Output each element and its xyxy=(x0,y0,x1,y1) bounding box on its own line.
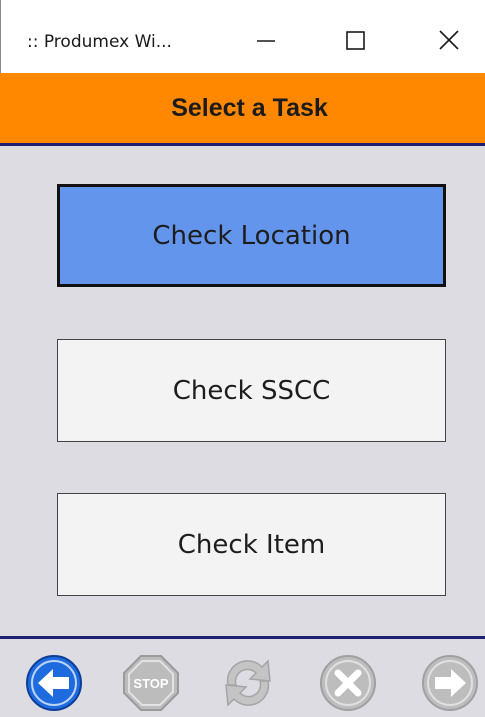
task-list: Check Location Check SSCC Check Item xyxy=(0,146,485,636)
window-titlebar: :: Produmex Wi... xyxy=(0,0,485,73)
back-button[interactable] xyxy=(24,653,84,713)
refresh-button[interactable] xyxy=(218,653,278,713)
maximize-icon xyxy=(346,31,365,50)
maximize-button[interactable] xyxy=(331,18,381,62)
stop-icon: STOP xyxy=(123,655,179,711)
back-arrow-icon xyxy=(26,655,82,711)
page-header: Select a Task xyxy=(0,73,485,146)
stop-button[interactable]: STOP xyxy=(121,653,181,713)
navigation-toolbar: STOP xyxy=(0,636,485,713)
stop-label: STOP xyxy=(133,676,168,691)
minimize-button[interactable] xyxy=(241,18,291,62)
forward-arrow-icon xyxy=(422,655,478,711)
minimize-icon xyxy=(257,40,275,42)
page-title: Select a Task xyxy=(171,93,328,122)
check-item-button[interactable]: Check Item xyxy=(57,493,446,596)
check-sscc-button[interactable]: Check SSCC xyxy=(57,339,446,442)
forward-button[interactable] xyxy=(420,653,480,713)
check-location-button[interactable]: Check Location xyxy=(57,184,446,287)
close-icon xyxy=(439,30,459,50)
window-title: :: Produmex Wi... xyxy=(27,32,172,52)
cancel-button[interactable] xyxy=(318,653,378,713)
close-button[interactable] xyxy=(426,18,476,62)
refresh-icon xyxy=(225,659,271,707)
cancel-icon xyxy=(320,655,376,711)
